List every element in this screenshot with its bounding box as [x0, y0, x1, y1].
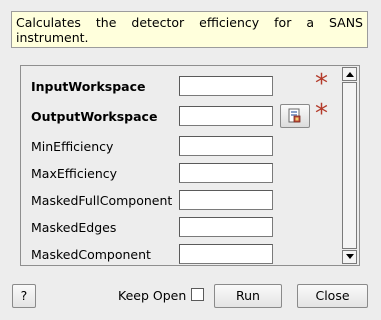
property-label: OutputWorkspace	[31, 109, 158, 124]
property-row-max-efficiency: MaxEfficiency	[21, 163, 341, 185]
help-button[interactable]: ?	[12, 284, 36, 308]
masked-edges-field[interactable]	[179, 217, 273, 237]
required-star-icon: *	[315, 99, 328, 129]
property-row-input-workspace: InputWorkspace *	[21, 71, 341, 98]
property-label: MaskedFullComponent	[31, 193, 173, 208]
input-workspace-field[interactable]	[179, 76, 273, 96]
scrollbar-thumb[interactable]	[342, 82, 357, 249]
close-button[interactable]: Close	[297, 284, 368, 308]
max-efficiency-field[interactable]	[179, 163, 273, 183]
property-row-masked-edges: MaskedEdges	[21, 217, 341, 239]
property-label: MaskedComponent	[31, 247, 151, 262]
scroll-up-button[interactable]	[342, 67, 357, 81]
algorithm-description: Calculates the detector efficiency for a…	[11, 11, 368, 48]
required-star-icon: *	[315, 69, 328, 99]
properties-panel: InputWorkspace * OutputWorkspace * MinEf…	[20, 65, 360, 266]
property-row-min-efficiency: MinEfficiency	[21, 136, 341, 158]
property-row-masked-component: MaskedComponent	[21, 244, 341, 265]
run-button[interactable]: Run	[214, 284, 282, 308]
property-row-masked-full-component: MaskedFullComponent	[21, 190, 341, 212]
browse-workspace-button[interactable]	[280, 104, 310, 128]
property-label: InputWorkspace	[31, 79, 146, 94]
keep-open-label: Keep Open	[118, 288, 187, 303]
min-efficiency-field[interactable]	[179, 136, 273, 156]
property-label: MinEfficiency	[31, 139, 114, 154]
property-label: MaxEfficiency	[31, 166, 118, 181]
properties-scrollbar[interactable]	[342, 67, 357, 264]
masked-component-field[interactable]	[179, 244, 273, 264]
keep-open-checkbox[interactable]	[191, 288, 204, 301]
output-workspace-field[interactable]	[179, 106, 273, 126]
property-label: MaskedEdges	[31, 220, 117, 235]
masked-full-component-field[interactable]	[179, 190, 273, 210]
property-row-output-workspace: OutputWorkspace *	[21, 101, 341, 128]
scroll-down-button[interactable]	[342, 250, 357, 264]
